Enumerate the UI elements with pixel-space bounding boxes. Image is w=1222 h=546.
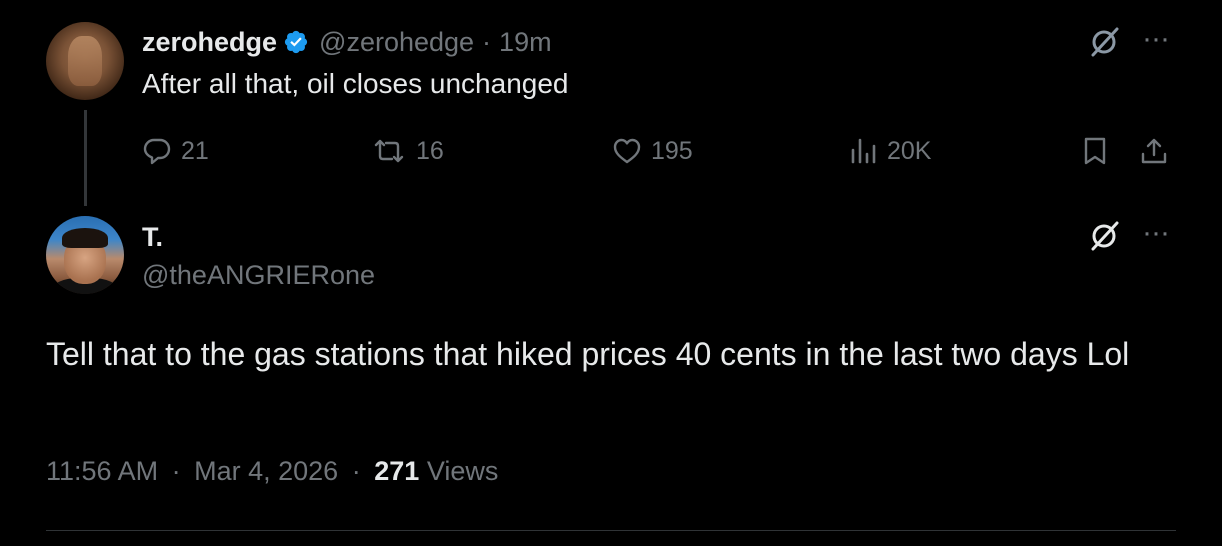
- share-button[interactable]: [1139, 136, 1178, 166]
- retweet-count: 16: [416, 136, 444, 165]
- parent-handle[interactable]: @zerohedge: [319, 27, 474, 58]
- meta-separator: ·: [171, 456, 181, 486]
- more-icon[interactable]: ···: [1142, 24, 1170, 54]
- parent-separator: ·: [482, 26, 492, 57]
- meta-separator: ·: [351, 456, 361, 486]
- like-count: 195: [651, 136, 693, 165]
- reply-avatar[interactable]: [46, 216, 124, 294]
- parent-display-name[interactable]: zerohedge: [142, 27, 277, 58]
- tweet-date[interactable]: Mar 4, 2026: [194, 456, 338, 486]
- thread-connector-line: [84, 110, 87, 206]
- tweet-views-label: Views: [426, 456, 499, 486]
- verified-badge-icon: [283, 29, 309, 55]
- like-button[interactable]: 195: [612, 136, 693, 166]
- bookmark-icon: [1084, 137, 1106, 165]
- reply-handle[interactable]: @theANGRIERone: [142, 260, 375, 291]
- parent-header: zerohedge @zerohedge · 19m: [142, 24, 552, 60]
- reply-tweet-text: Tell that to the gas stations that hiked…: [46, 336, 1130, 372]
- views-count: 20K: [887, 136, 932, 165]
- views-button[interactable]: 20K: [848, 136, 931, 166]
- reply-icon: [143, 138, 171, 165]
- parent-avatar[interactable]: [46, 22, 124, 100]
- retweet-icon: [374, 139, 404, 163]
- tweet-views-count: 271: [374, 456, 420, 486]
- views-icon: [851, 138, 876, 164]
- grok-icon[interactable]: [1086, 24, 1122, 65]
- tweet-meta-row: 11:56 AM · Mar 4, 2026 · 271 Views: [46, 456, 498, 487]
- reply-display-name[interactable]: T.: [142, 222, 163, 253]
- grok-icon[interactable]: [1086, 218, 1122, 259]
- reply-button[interactable]: 21: [142, 136, 209, 166]
- reply-count: 21: [181, 136, 209, 165]
- share-icon: [1141, 138, 1167, 164]
- divider: [46, 530, 1176, 531]
- parent-tweet-text: After all that, oil closes unchanged: [142, 68, 569, 99]
- tweet-time[interactable]: 11:56 AM: [46, 456, 158, 486]
- bookmark-button[interactable]: [1080, 136, 1119, 166]
- heart-icon: [613, 138, 641, 164]
- more-icon[interactable]: ···: [1142, 218, 1170, 248]
- retweet-button[interactable]: 16: [371, 136, 444, 166]
- parent-timestamp[interactable]: 19m: [499, 27, 552, 58]
